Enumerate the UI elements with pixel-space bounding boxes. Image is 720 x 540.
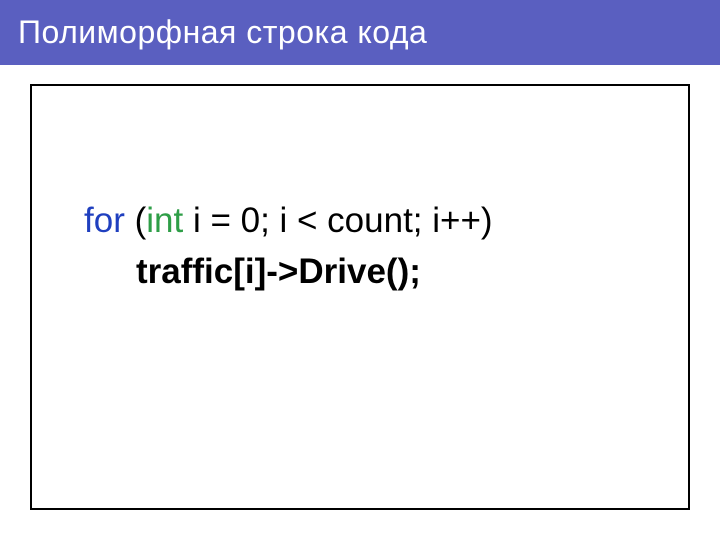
- code-paren-open: (: [125, 201, 146, 240]
- keyword-for: for: [84, 201, 125, 240]
- slide-inner: Полиморфная строка кода for (int i = 0; …: [0, 0, 720, 540]
- code-line1-rest: i = 0; i < count; i++): [183, 201, 492, 240]
- title-text: Полиморфная строка кода: [18, 14, 427, 50]
- slide: Полиморфная строка кода for (int i = 0; …: [0, 0, 720, 540]
- keyword-int: int: [146, 201, 183, 240]
- code-block: for (int i = 0; i < count; i++) traffic[…: [84, 196, 648, 298]
- content-area: for (int i = 0; i < count; i++) traffic[…: [30, 84, 690, 510]
- code-line-1: for (int i = 0; i < count; i++): [84, 196, 648, 247]
- code-line2-text: traffic[i]->Drive();: [136, 252, 421, 291]
- code-line-2: traffic[i]->Drive();: [84, 247, 648, 298]
- slide-title: Полиморфная строка кода: [0, 0, 720, 65]
